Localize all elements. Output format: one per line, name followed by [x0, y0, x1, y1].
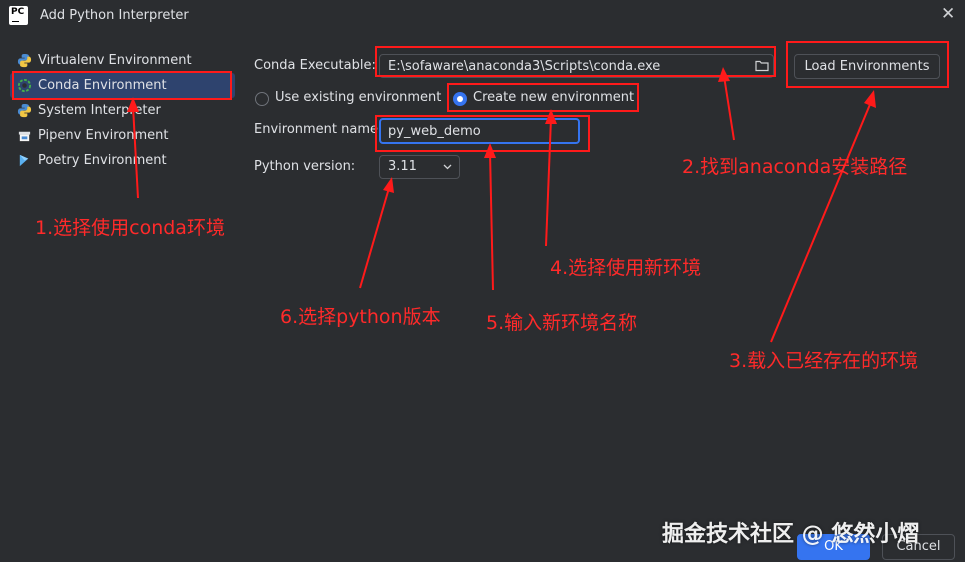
watermark: 掘金技术社区 @ 悠然小熠: [662, 522, 920, 547]
annotation-step-5: 5.输入新环境名称: [486, 312, 638, 334]
annotation-arrows: [127, 67, 876, 343]
annotation-step-2: 2.找到anaconda安装路径: [682, 156, 908, 178]
annotation-step-4: 4.选择使用新环境: [550, 257, 702, 279]
annotation-step-1: 1.选择使用conda环境: [35, 217, 225, 239]
annotation-step-3: 3.载入已经存在的环境: [729, 350, 919, 372]
annotation-step-6: 6.选择python版本: [280, 306, 441, 328]
